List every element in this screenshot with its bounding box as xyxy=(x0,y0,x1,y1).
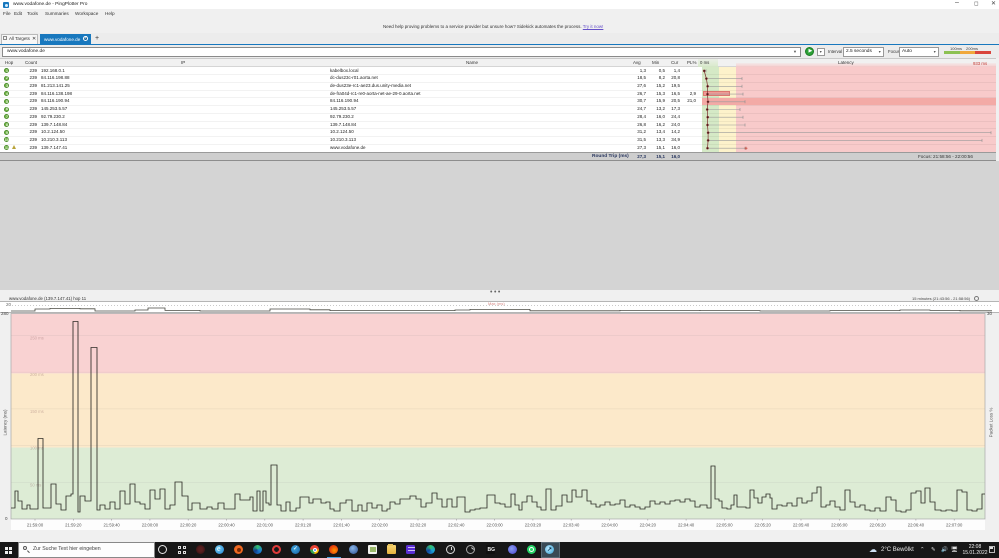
svg-text:21:59:40: 21:59:40 xyxy=(103,523,120,528)
svg-text:200 ms: 200 ms xyxy=(30,372,44,377)
svg-text:22:04:00: 22:04:00 xyxy=(601,523,618,528)
svg-text:22:05:40: 22:05:40 xyxy=(793,523,810,528)
svg-text:21:59:00: 21:59:00 xyxy=(27,523,44,528)
svg-text:22:00:00: 22:00:00 xyxy=(142,523,159,528)
svg-text:22:03:40: 22:03:40 xyxy=(563,523,580,528)
svg-text:22:04:40: 22:04:40 xyxy=(678,523,695,528)
svg-text:22:05:00: 22:05:00 xyxy=(716,523,733,528)
svg-text:21:59:20: 21:59:20 xyxy=(65,523,82,528)
svg-text:22:06:00: 22:06:00 xyxy=(831,523,848,528)
svg-text:22:03:00: 22:03:00 xyxy=(486,523,503,528)
svg-text:22:00:40: 22:00:40 xyxy=(218,523,235,528)
svg-text:22:03:20: 22:03:20 xyxy=(525,523,542,528)
svg-text:22:06:40: 22:06:40 xyxy=(908,523,925,528)
svg-text:22:01:40: 22:01:40 xyxy=(333,523,350,528)
svg-text:22:02:00: 22:02:00 xyxy=(372,523,389,528)
svg-text:250 ms: 250 ms xyxy=(30,336,44,341)
svg-text:22:00:20: 22:00:20 xyxy=(180,523,197,528)
svg-text:150 ms: 150 ms xyxy=(30,409,44,414)
svg-text:22:06:20: 22:06:20 xyxy=(869,523,886,528)
svg-text:22:02:20: 22:02:20 xyxy=(410,523,427,528)
svg-text:50 ms: 50 ms xyxy=(30,482,41,487)
svg-text:22:01:20: 22:01:20 xyxy=(295,523,312,528)
svg-text:22:01:00: 22:01:00 xyxy=(257,523,274,528)
svg-text:22:04:20: 22:04:20 xyxy=(640,523,657,528)
svg-text:22:05:20: 22:05:20 xyxy=(755,523,772,528)
svg-text:100 ms: 100 ms xyxy=(30,446,44,451)
svg-text:22:02:40: 22:02:40 xyxy=(448,523,465,528)
svg-text:22:07:00: 22:07:00 xyxy=(946,523,963,528)
